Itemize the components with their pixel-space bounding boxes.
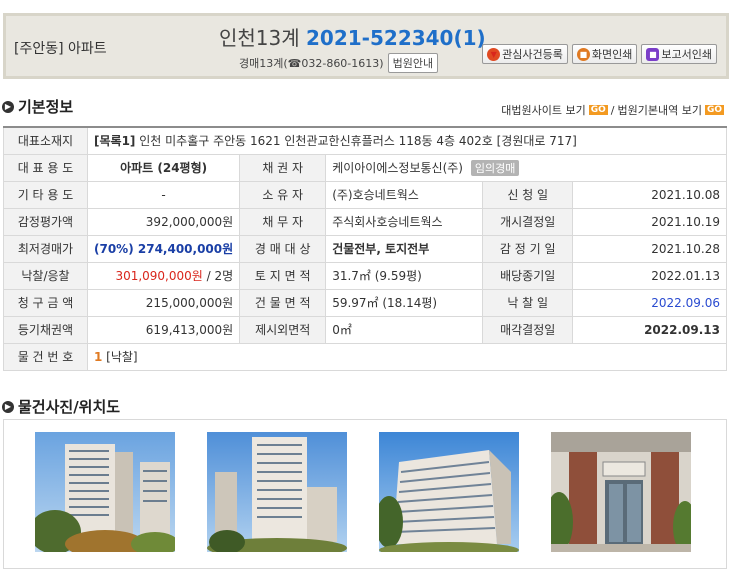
row-label: 매각결정일 <box>482 315 574 344</box>
bookmark-button[interactable]: ▼ 관심사건등록 <box>482 44 568 64</box>
row-label: 낙 찰 일 <box>482 288 574 317</box>
print-report-button[interactable]: ■ 보고서인쇄 <box>641 44 717 64</box>
address-value: [목록1] 인천 미추홀구 주안동 1621 인천관교한신휴플러스 118동 4… <box>87 126 727 155</box>
row-label: 제시외면적 <box>239 315 327 344</box>
row-value: 31.7㎡ (9.59평) <box>325 261 484 290</box>
case-info-table: 대표소재지 [목록1] 인천 미추홀구 주안동 1621 인천관교한신휴플러스 … <box>3 126 727 371</box>
row-label: 경 매 대 상 <box>239 234 327 263</box>
photo-section-label: 물건사진/위치도 <box>18 398 121 416</box>
row-value: 392,000,000원 <box>86 207 241 236</box>
row-value: - <box>86 180 241 209</box>
min-price-value: (70%) 274,400,000원 <box>86 234 241 263</box>
table-row: 낙찰/응찰 301,090,000원 / 2명 토 지 면 적 31.7㎡ (9… <box>3 261 727 290</box>
row-value: 2022.09.13 <box>572 315 727 344</box>
table-row: 등기채권액 619,413,000원 제시외면적 0㎡ 매각결정일 2022.0… <box>3 315 727 344</box>
row-value: 2021.10.28 <box>572 234 727 263</box>
table-row: 대 표 용 도 아파트 (24평형) 채 권 자 케이아이에스정보통신(주) 임… <box>3 153 727 182</box>
court-guide-button[interactable]: 법원안내 <box>387 53 439 73</box>
table-row: 기 타 용 도 - 소 유 자 (주)호승네트웍스 신 청 일 2021.10.… <box>3 180 727 209</box>
court-site-link[interactable]: 대법원사이트 보기 <box>501 102 585 118</box>
apartment-photo-1[interactable] <box>35 432 175 552</box>
row-label: 토 지 면 적 <box>239 261 327 290</box>
row-label: 신 청 일 <box>482 180 574 209</box>
court-detail-link[interactable]: 법원기본내역 보기 <box>617 102 701 118</box>
row-label: 소 유 자 <box>239 180 327 209</box>
row-value: 2021.10.08 <box>572 180 727 209</box>
row-label: 채 권 자 <box>239 153 327 182</box>
item-status: [낙찰] <box>102 350 138 364</box>
creditor-cell: 케이아이에스정보통신(주) 임의경매 <box>325 153 727 182</box>
case-header: [주안동] 아파트 인천13계 2021-522340(1) 경매13계(☎03… <box>3 13 729 79</box>
entrance-photo-4[interactable] <box>551 432 691 552</box>
print-screen-button[interactable]: ■ 화면인쇄 <box>571 44 638 64</box>
table-row: 대표소재지 [목록1] 인천 미추홀구 주안동 1621 인천관교한신휴플러스 … <box>3 126 727 155</box>
table-row: 감정평가액 392,000,000원 채 무 자 주식회사호승네트웍스 개시결정… <box>3 207 727 236</box>
row-value: 215,000,000원 <box>86 288 241 317</box>
row-value: 주식회사호승네트웍스 <box>325 207 484 236</box>
header-buttons: ▼ 관심사건등록 ■ 화면인쇄 ■ 보고서인쇄 <box>482 44 717 64</box>
item-number-label: 물 건 번 호 <box>3 342 88 371</box>
row-label: 낙찰/응찰 <box>3 261 88 290</box>
address-text: 인천 미추홀구 주안동 1621 인천관교한신휴플러스 118동 4층 402호… <box>135 134 577 149</box>
chevron-right-icon: ▶ <box>2 100 14 113</box>
download-icon: ▼ <box>487 47 501 61</box>
report-icon: ■ <box>646 47 660 61</box>
apartment-photo-2[interactable] <box>207 432 347 552</box>
print-icon: ■ <box>576 47 590 61</box>
photo-section-title: ▶ 물건사진/위치도 <box>2 396 120 417</box>
court-name: 인천13계 <box>219 26 307 50</box>
row-value: 619,413,000원 <box>86 315 241 344</box>
row-value: 2021.10.19 <box>572 207 727 236</box>
chevron-right-icon: ▶ <box>2 400 14 413</box>
go-button-2[interactable]: GO <box>704 105 724 115</box>
winning-bid-price: 301,090,000원 <box>115 269 203 283</box>
bookmark-label: 관심사건등록 <box>502 48 563 61</box>
external-links: 대법원사이트 보기 GO / 법원기본내역 보기 GO <box>501 102 724 118</box>
apartment-photo-3[interactable] <box>379 432 519 552</box>
print-report-label: 보고서인쇄 <box>661 48 712 61</box>
court-contact: 경매13계(☎032-860-1613) 법원안내 <box>239 53 439 73</box>
row-label: 배당종기일 <box>482 261 574 290</box>
go-button-1[interactable]: GO <box>588 105 608 115</box>
court-phone: 경매13계(☎032-860-1613) <box>239 57 384 70</box>
row-value: 59.97㎡ (18.14평) <box>325 288 484 317</box>
row-label: 대 표 용 도 <box>3 153 88 182</box>
row-label: 건 물 면 적 <box>239 288 327 317</box>
basic-info-label: 기본정보 <box>18 98 74 116</box>
winning-date-link[interactable]: 2022.09.06 <box>572 288 727 317</box>
photo-gallery <box>3 419 727 569</box>
address-label: 대표소재지 <box>3 126 88 155</box>
row-label: 개시결정일 <box>482 207 574 236</box>
region-label: [주안동] 아파트 <box>14 41 107 57</box>
creditor-value: 케이아이에스정보통신(주) <box>332 161 463 175</box>
row-value: 0㎡ <box>325 315 484 344</box>
row-value: 건물전부, 토지전부 <box>325 234 484 263</box>
row-label: 최저경매가 <box>3 234 88 263</box>
bidder-count: / 2명 <box>202 269 234 283</box>
auction-type-badge: 임의경매 <box>470 160 520 176</box>
address-tag: [목록1] <box>94 134 136 149</box>
winning-bid-cell: 301,090,000원 / 2명 <box>86 261 241 290</box>
basic-info-title: ▶ 기본정보 <box>2 96 73 117</box>
case-title: 인천13계 2021-522340(1) <box>219 22 486 51</box>
link-separator: / <box>610 103 615 117</box>
table-row: 물 건 번 호 1 [낙찰] <box>3 342 727 371</box>
row-label: 감정평가액 <box>3 207 88 236</box>
row-label: 기 타 용 도 <box>3 180 88 209</box>
row-label: 등기채권액 <box>3 315 88 344</box>
row-value: 아파트 (24평형) <box>86 153 241 182</box>
row-value: (주)호승네트웍스 <box>325 180 484 209</box>
case-number: 2021-522340(1) <box>306 26 486 50</box>
table-row: 최저경매가 (70%) 274,400,000원 경 매 대 상 건물전부, 토… <box>3 234 727 263</box>
print-screen-label: 화면인쇄 <box>591 48 633 61</box>
table-row: 청 구 금 액 215,000,000원 건 물 면 적 59.97㎡ (18.… <box>3 288 727 317</box>
row-label: 채 무 자 <box>239 207 327 236</box>
item-number-cell: 1 [낙찰] <box>87 342 727 371</box>
row-label: 청 구 금 액 <box>3 288 88 317</box>
row-value: 2022.01.13 <box>572 261 727 290</box>
row-label: 감 정 기 일 <box>482 234 574 263</box>
